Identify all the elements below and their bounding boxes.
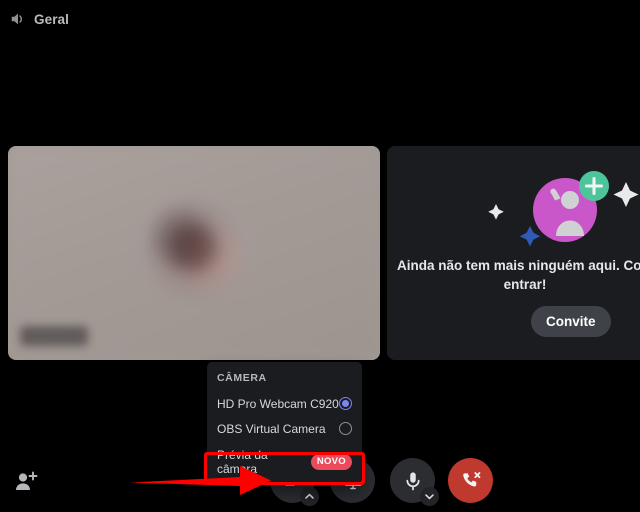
camera-menu-title: CÂMERA	[217, 372, 267, 384]
camera-option-hd-pro-webcam[interactable]: HD Pro Webcam C920	[207, 391, 362, 416]
self-name-badge-blurred	[20, 326, 88, 346]
camera-option-label: OBS Virtual Camera	[217, 421, 326, 436]
sparkle-icon	[488, 204, 504, 220]
invite-illustration	[488, 171, 639, 247]
self-video-tile[interactable]	[8, 146, 380, 360]
camera-option-label: HD Pro Webcam C920	[217, 396, 339, 411]
person-add-icon[interactable]	[13, 468, 39, 494]
empty-panel-message: Ainda não tem mais ninguém aqui. Convi e…	[397, 256, 640, 294]
camera-option-obs-virtual-camera[interactable]: OBS Virtual Camera	[207, 416, 362, 441]
microphone-button[interactable]	[390, 458, 439, 506]
volume-speaker-icon	[11, 13, 22, 25]
radio-unselected-icon[interactable]	[339, 422, 352, 435]
empty-panel-message-line1: Ainda não tem mais ninguém aqui. Convi	[397, 258, 640, 273]
radio-selected-icon[interactable]	[339, 397, 352, 410]
red-arrow-annotation	[130, 466, 271, 495]
empty-participants-panel: Ainda não tem mais ninguém aqui. Convi e…	[387, 146, 640, 360]
new-badge: NOVO	[310, 454, 352, 470]
sparkle-icon	[519, 226, 541, 247]
camera-chevron-badge[interactable]	[300, 487, 319, 506]
phone-hangup-icon	[463, 472, 481, 487]
channel-header: Geral	[0, 0, 640, 38]
disconnect-button[interactable]	[448, 458, 493, 503]
empty-panel-message-line2: entrar!	[503, 277, 547, 292]
chevron-down-icon	[425, 494, 434, 500]
invite-button[interactable]: Convite	[531, 306, 611, 337]
sparkle-icon	[613, 182, 639, 207]
chevron-up-icon	[305, 493, 314, 499]
microphone-chevron-badge[interactable]	[420, 487, 439, 506]
channel-name: Geral	[34, 11, 70, 27]
call-stage: Ainda não tem mais ninguém aqui. Convi e…	[0, 38, 640, 485]
microphone-icon	[405, 471, 420, 490]
